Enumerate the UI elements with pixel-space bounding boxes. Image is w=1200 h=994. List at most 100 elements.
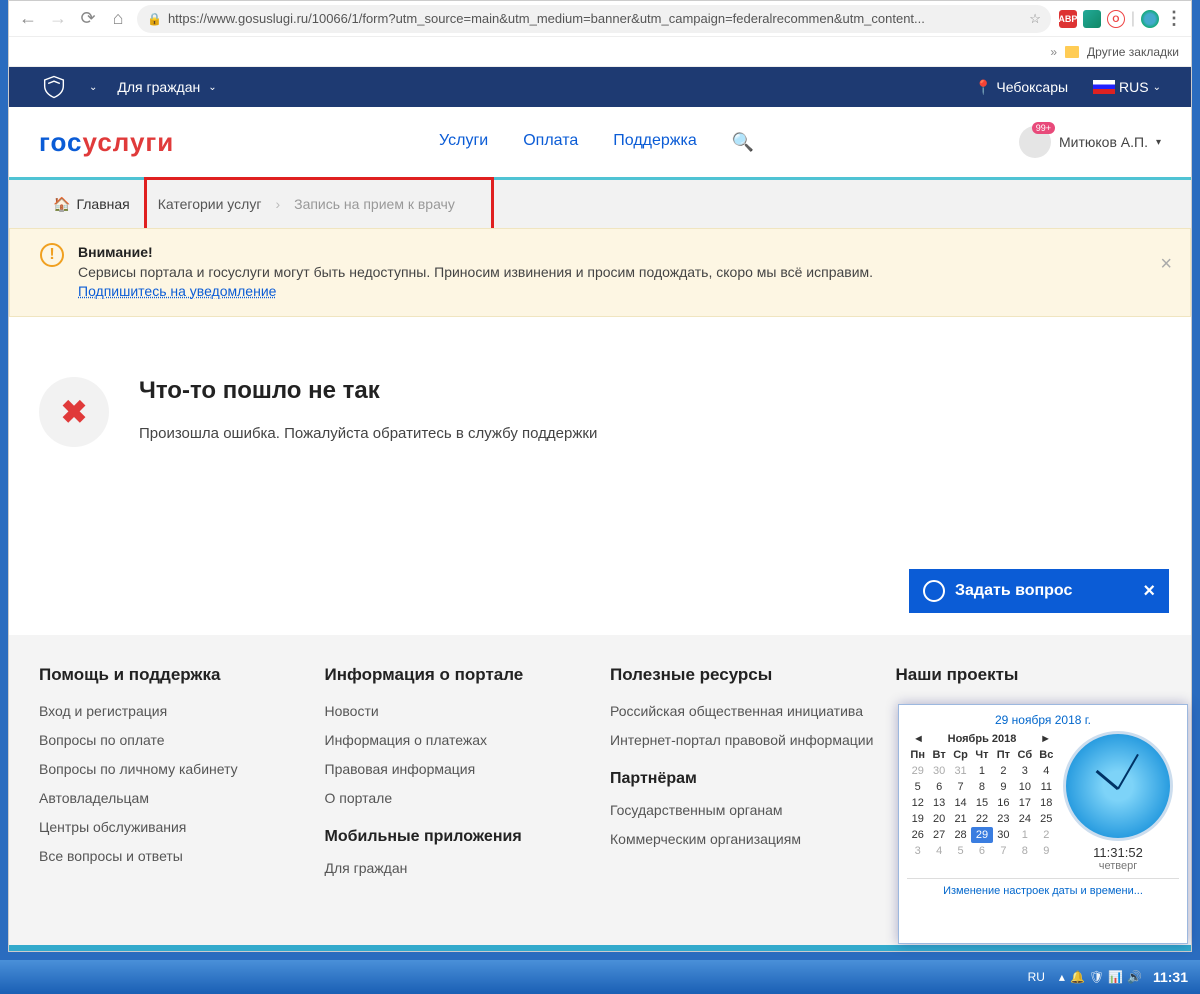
error-title: Что-то пошло не так [139,377,597,405]
error-block: ✖ Что-то пошло не так Произошла ошибка. … [9,317,1191,487]
footer-link[interactable]: Вход и регистрация [39,703,305,719]
divider [9,945,1191,951]
globe-icon[interactable] [1141,10,1159,28]
footer-link[interactable]: Российская общественная инициатива [610,703,876,719]
address-bar[interactable]: 🔒 https://www.gosuslugi.ru/10066/1/form?… [137,5,1051,33]
tray-icon[interactable]: 🛡 [1089,970,1103,984]
footer-link[interactable]: Автовладельцам [39,790,305,806]
breadcrumb-home[interactable]: 🏠 Главная [39,180,144,228]
browser-toolbar: ← → ⟳ ⌂ 🔒 https://www.gosuslugi.ru/10066… [9,1,1191,37]
chevron-down-icon[interactable]: ⌄ [89,82,97,93]
divider: | [1131,10,1135,28]
flag-icon [1093,80,1115,94]
close-icon[interactable]: × [1143,580,1155,603]
home-button[interactable]: ⌂ [107,8,129,29]
footer-link[interactable]: О портале [325,790,591,806]
clock-day: четверг [1063,860,1173,872]
system-tray[interactable]: ▴ 🔔 🛡 📊 🔊 [1059,970,1141,984]
footer-link[interactable]: Правовая информация [325,761,591,777]
star-icon[interactable]: ☆ [1029,11,1041,27]
avatar: 99+ [1019,126,1051,158]
menu-icon[interactable]: ⋮ [1165,8,1183,29]
footer-link[interactable]: Центры обслуживания [39,819,305,835]
forward-button[interactable]: → [47,8,69,29]
ask-question-button[interactable]: Задать вопрос × [909,569,1169,613]
lock-icon: 🔒 [147,12,162,26]
next-month-icon[interactable]: ► [1040,733,1051,745]
nav-support[interactable]: Поддержка [613,132,696,153]
breadcrumb-current: Запись на прием к врачу [280,180,469,228]
search-icon[interactable]: 🔍 [732,132,754,153]
calendar-days: ПнВтСрЧтПтСбВс 2930311234 567891011 1213… [907,747,1057,859]
tray-chevron-icon[interactable]: ▴ [1059,970,1065,984]
footer-link[interactable]: Для граждан [325,860,591,876]
taskbar: RU ▴ 🔔 🛡 📊 🔊 11:31 [0,960,1200,994]
chevron-down-icon: ⌄ [208,82,216,93]
error-text: Произошла ошибка. Пожалуйста обратитесь … [139,425,597,442]
selected-day[interactable]: 29 [971,827,992,843]
home-icon: 🏠 [53,196,70,213]
alert-link[interactable]: Подпишитесь на уведомление [78,283,276,299]
datetime-settings-link[interactable]: Изменение настроек даты и времени... [907,878,1179,897]
user-menu[interactable]: 99+ Митюков А.П. ▾ [1019,126,1161,158]
main-nav: Услуги Оплата Поддержка 🔍 [439,132,754,153]
tray-icon[interactable]: 📊 [1108,970,1122,984]
footer-link[interactable]: Государственным органам [610,802,876,818]
bookmark-bar: » Другие закладки [9,37,1191,67]
audience-selector[interactable]: Для граждан ⌄ [117,79,216,95]
footer-col-2: Информация о портале Новости Информация … [325,665,591,935]
calendar-grid: ◄ Ноябрь 2018 ► ПнВтСрЧтПтСбВс 293031123… [907,731,1057,872]
volume-icon[interactable]: 🔊 [1127,970,1141,984]
pin-icon: 📍 [975,79,992,96]
nav-services[interactable]: Услуги [439,132,488,153]
ext-icon-2[interactable] [1083,10,1101,28]
footer-link[interactable]: Вопросы по личному кабинету [39,761,305,777]
location-selector[interactable]: 📍 Чебоксары [975,79,1068,96]
calendar-popup[interactable]: 29 ноября 2018 г. ◄ Ноябрь 2018 ► ПнВтСр… [898,704,1188,944]
footer-link[interactable]: Новости [325,703,591,719]
extensions: ABP O | ⋮ [1059,8,1183,29]
breadcrumb: 🏠 Главная Категории услуг › Запись на пр… [9,180,1191,228]
chevron-down-icon: ▾ [1156,137,1161,148]
chevron-down-icon: ⌄ [1153,82,1161,93]
chevron-icon[interactable]: » [1050,45,1057,59]
close-icon[interactable]: × [1160,253,1172,276]
clock-time: 11:31:52 [1063,845,1173,860]
nav-payment[interactable]: Оплата [523,132,578,153]
calendar-date: 29 ноября 2018 г. [907,713,1179,727]
user-name: Митюков А.П. [1059,134,1148,150]
error-icon: ✖ [39,377,109,447]
url-text: https://www.gosuslugi.ru/10066/1/form?ut… [168,11,1023,26]
breadcrumb-categories[interactable]: Категории услуг [144,180,276,228]
notif-badge: 99+ [1032,122,1055,134]
emblem-icon[interactable] [39,72,69,102]
abp-icon[interactable]: ABP [1059,10,1077,28]
footer-col-1: Помощь и поддержка Вход и регистрация Во… [39,665,305,935]
folder-icon [1065,46,1079,58]
back-button[interactable]: ← [17,8,39,29]
site-header: госуслуги Услуги Оплата Поддержка 🔍 99+ … [9,107,1191,177]
warning-icon: ! [40,243,64,267]
opera-icon[interactable]: O [1107,10,1125,28]
bookmarks-label[interactable]: Другие закладки [1087,45,1179,59]
footer-link[interactable]: Все вопросы и ответы [39,848,305,864]
face-icon [923,580,945,602]
reload-button[interactable]: ⟳ [77,8,99,29]
taskbar-time[interactable]: 11:31 [1147,969,1194,985]
logo[interactable]: госуслуги [39,127,174,158]
site-topbar: ⌄ Для граждан ⌄ 📍 Чебоксары RUS ⌄ [9,67,1191,107]
prev-month-icon[interactable]: ◄ [913,733,924,745]
footer-link[interactable]: Вопросы по оплате [39,732,305,748]
footer-link[interactable]: Интернет-портал правовой информации [610,732,876,748]
clock-icon [1063,731,1173,841]
alert-banner: ! Внимание! Сервисы портала и госуслуги … [9,228,1191,317]
footer-link[interactable]: Коммерческим организациям [610,831,876,847]
language-selector[interactable]: RUS ⌄ [1093,79,1161,95]
footer-col-3: Полезные ресурсы Российская общественная… [610,665,876,935]
alert-title: Внимание! [78,244,153,260]
alert-text: Сервисы портала и госуслуги могут быть н… [78,264,873,280]
calendar-month[interactable]: Ноябрь 2018 [948,733,1017,745]
tray-icon[interactable]: 🔔 [1070,970,1084,984]
taskbar-lang[interactable]: RU [1028,970,1045,984]
footer-link[interactable]: Информация о платежах [325,732,591,748]
